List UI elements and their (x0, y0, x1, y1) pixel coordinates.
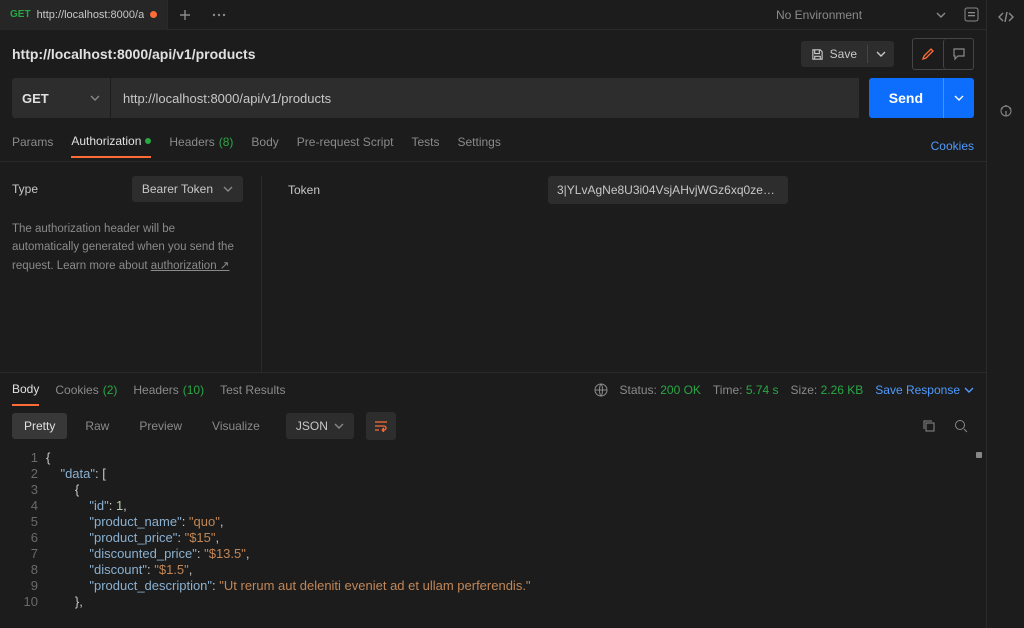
active-indicator-icon (145, 138, 151, 144)
response-tab-headers[interactable]: Headers (10) (133, 375, 204, 405)
tab-title: http://localhost:8000/a (37, 9, 145, 21)
json-viewer: { "data": [ { "id": 1, "product_name": "… (46, 446, 986, 628)
unsaved-indicator-icon (150, 11, 157, 18)
tab-overflow-button[interactable] (202, 0, 236, 30)
response-tab-cookies[interactable]: Cookies (2) (55, 375, 117, 405)
tab-strip: GET http://localhost:8000/a No Environme… (0, 0, 986, 30)
request-tabs: Params Authorization Headers (8) Body Pr… (0, 130, 986, 162)
authorization-panel: Type Bearer Token The authorization head… (0, 162, 986, 372)
auth-type-selector[interactable]: Bearer Token (132, 176, 243, 202)
send-button[interactable]: Send (869, 78, 943, 118)
cookies-link[interactable]: Cookies (931, 139, 974, 153)
send-options-button[interactable] (943, 78, 974, 118)
request-title: http://localhost:8000/api/v1/products (12, 46, 256, 62)
environment-quicklook-button[interactable] (956, 0, 986, 30)
token-input[interactable] (548, 176, 788, 204)
method-selector[interactable]: GET (12, 78, 110, 118)
response-tab-body[interactable]: Body (12, 374, 39, 406)
line-gutter: 12345678910 (0, 446, 46, 628)
tab-tests[interactable]: Tests (411, 135, 439, 157)
minimap-icon (976, 452, 982, 458)
request-url-row: GET Send (0, 78, 986, 118)
authorization-help-link[interactable]: authorization ↗ (151, 260, 230, 272)
token-label: Token (288, 183, 548, 197)
view-visualize[interactable]: Visualize (200, 413, 272, 439)
time-label: Time: 5.74 s (713, 383, 779, 397)
tab-params[interactable]: Params (12, 135, 53, 157)
search-icon[interactable] (948, 413, 974, 439)
environment-label: No Environment (776, 8, 862, 22)
format-selector[interactable]: JSON (286, 413, 354, 439)
save-button-group: Save (801, 41, 894, 67)
info-icon[interactable] (997, 102, 1015, 120)
environment-selector[interactable]: No Environment (766, 0, 956, 30)
auth-help-text: The authorization header will be automat… (12, 220, 243, 275)
code-icon[interactable] (997, 8, 1015, 26)
view-preview[interactable]: Preview (127, 413, 194, 439)
response-tab-tests[interactable]: Test Results (220, 375, 285, 405)
right-sidebar (986, 0, 1024, 628)
tab-headers[interactable]: Headers (8) (169, 135, 233, 157)
save-response-button[interactable]: Save Response (875, 383, 974, 397)
view-raw[interactable]: Raw (73, 413, 121, 439)
copy-icon[interactable] (916, 413, 942, 439)
globe-icon[interactable] (594, 383, 608, 397)
url-input[interactable] (110, 78, 859, 118)
request-tab[interactable]: GET http://localhost:8000/a (0, 0, 168, 30)
tab-prerequest[interactable]: Pre-request Script (297, 135, 394, 157)
request-header: http://localhost:8000/api/v1/products Sa… (0, 30, 986, 78)
new-tab-button[interactable] (168, 0, 202, 30)
tab-method: GET (10, 9, 31, 20)
tab-settings[interactable]: Settings (458, 135, 501, 157)
save-button[interactable]: Save (801, 41, 867, 67)
response-toolbar: Pretty Raw Preview Visualize JSON (0, 406, 986, 446)
tab-authorization[interactable]: Authorization (71, 134, 151, 158)
save-options-button[interactable] (867, 45, 894, 63)
comment-icon[interactable] (943, 39, 973, 69)
wrap-lines-icon[interactable] (366, 412, 396, 440)
status-label: Status: 200 OK (620, 383, 701, 397)
edit-icon[interactable] (913, 39, 943, 69)
view-pretty[interactable]: Pretty (12, 413, 67, 439)
tab-body[interactable]: Body (251, 135, 278, 157)
auth-type-label: Type (12, 182, 38, 196)
response-tabs: Body Cookies (2) Headers (10) Test Resul… (0, 372, 986, 406)
size-label: Size: 2.26 KB (791, 383, 864, 397)
response-body[interactable]: 12345678910 { "data": [ { "id": 1, "prod… (0, 446, 986, 628)
